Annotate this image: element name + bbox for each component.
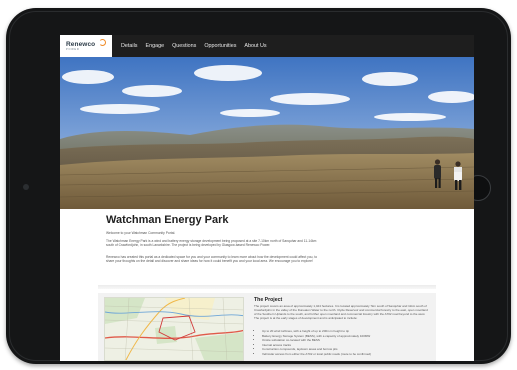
nav-item-engage[interactable]: Engage [145,43,164,49]
list-item: Vehicular access from either the A702 or… [262,352,430,357]
nav-item-opportunities[interactable]: Opportunities [204,43,236,49]
intro-section: Watchman Energy Park Welcome to your Wat… [60,209,474,293]
intro-paragraph-1: The Watchman Energy Park is a wind and b… [106,239,317,248]
renewco-logo[interactable]: Renewco POWER [60,35,112,57]
project-section: The Project The project covers an area o… [98,293,436,361]
tablet-device: Renewco POWER Details Engage Questions O… [6,8,511,364]
project-description: The project covers an area of approximat… [254,304,428,320]
logo-subtitle: POWER [66,47,80,51]
welcome-text: Welcome to your Watchman Community Porta… [106,231,176,235]
intro-paragraph-2: Renewco has created this portal as a ded… [106,255,318,264]
site-location-map[interactable] [104,297,244,361]
logo-swirl-icon [99,39,106,46]
hero-landscape-photo [60,57,474,209]
top-navbar: Renewco POWER Details Engage Questions O… [60,35,474,57]
tablet-screen: Renewco POWER Details Engage Questions O… [60,35,474,361]
nav-item-questions[interactable]: Questions [172,43,196,49]
project-feature-list: Up to 20 wind turbines, with a height of… [258,329,430,357]
front-camera [23,184,29,190]
page-title: Watchman Energy Park [106,214,229,226]
section-divider [98,285,436,289]
nav-item-about-us[interactable]: About Us [244,43,266,49]
nav-item-details[interactable]: Details [121,43,137,49]
project-title: The Project [254,297,283,303]
nav-links: Details Engage Questions Opportunities A… [121,43,267,49]
